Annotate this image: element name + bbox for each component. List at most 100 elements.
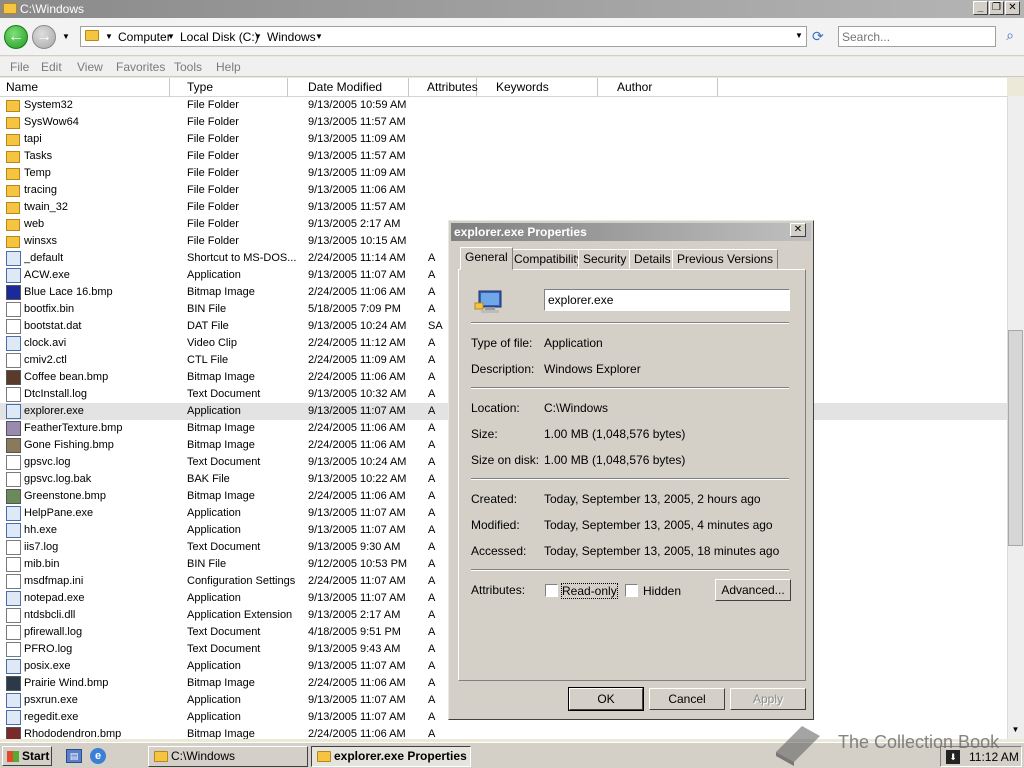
task-label: explorer.exe Properties: [334, 749, 467, 763]
application-icon: [6, 523, 21, 538]
column-author[interactable]: Author: [611, 78, 718, 97]
file-name: gpsvc.log: [24, 456, 71, 468]
history-dropdown-icon[interactable]: ▼: [62, 32, 70, 41]
scrollbar-thumb[interactable]: [1008, 330, 1023, 546]
file-name: explorer.exe: [24, 405, 84, 417]
chevron-down-icon[interactable]: ▼: [105, 32, 113, 41]
column-type[interactable]: Type: [181, 78, 288, 97]
file-type: Bitmap Image: [187, 439, 255, 451]
ok-button[interactable]: OK: [568, 687, 644, 711]
accessed-value: Today, September 13, 2005, 18 minutes ag…: [544, 544, 780, 558]
column-keywords[interactable]: Keywords: [490, 78, 598, 97]
restore-button[interactable]: ❐: [989, 1, 1004, 15]
folder-icon: [6, 219, 20, 231]
size-label: Size:: [471, 427, 498, 441]
menu-favorites[interactable]: Favorites: [116, 60, 165, 74]
apply-button[interactable]: Apply: [730, 688, 806, 710]
column-date-modified[interactable]: Date Modified: [302, 78, 409, 97]
table-row[interactable]: twain_32 File Folder 9/13/2005 11:57 AM: [0, 199, 1007, 216]
file-type: File Folder: [187, 218, 239, 230]
file-attributes: A: [428, 728, 436, 739]
chevron-down-icon[interactable]: ▼: [315, 32, 323, 41]
menu-tools[interactable]: Tools: [174, 60, 202, 74]
file-name: psxrun.exe: [24, 694, 78, 706]
breadcrumb-local-disk[interactable]: Local Disk (C:): [180, 30, 259, 44]
table-row[interactable]: Temp File Folder 9/13/2005 11:09 AM: [0, 165, 1007, 182]
hidden-checkbox[interactable]: [625, 584, 638, 597]
table-row[interactable]: tracing File Folder 9/13/2005 11:06 AM: [0, 182, 1007, 199]
application-icon: [6, 404, 21, 419]
file-type: DAT File: [187, 320, 229, 332]
file-name: Gone Fishing.bmp: [24, 439, 114, 451]
task-properties-dialog[interactable]: explorer.exe Properties: [311, 746, 471, 767]
breadcrumb-computer[interactable]: Computer: [118, 30, 171, 44]
file-type: Text Document: [187, 388, 261, 400]
tab-previous-versions[interactable]: Previous Versions: [672, 249, 779, 269]
chevron-down-icon[interactable]: ▼: [167, 32, 175, 41]
start-button[interactable]: Start: [2, 746, 52, 766]
hidden-label[interactable]: Hidden: [643, 584, 681, 598]
address-bar[interactable]: ▼ Computer ▼ Local Disk (C:) ▼ Windows ▼: [80, 26, 807, 47]
file-date-modified: 9/13/2005 10:22 AM: [308, 473, 407, 485]
file-date-modified: 9/13/2005 2:17 AM: [308, 609, 401, 621]
column-name[interactable]: Name: [0, 78, 170, 97]
file-type: Application: [187, 405, 241, 417]
tab-compatibility[interactable]: Compatibility: [509, 249, 588, 269]
dialog-close-button[interactable]: ✕: [790, 223, 806, 237]
forward-button[interactable]: →: [32, 25, 56, 49]
address-dropdown-icon[interactable]: ▼: [795, 31, 803, 40]
file-date-modified: 2/24/2005 11:09 AM: [308, 354, 406, 366]
close-button[interactable]: ✕: [1005, 1, 1020, 15]
document-icon: [6, 302, 21, 317]
quicklaunch-desktop-icon[interactable]: ▤: [66, 749, 82, 763]
read-only-checkbox[interactable]: [545, 584, 558, 597]
file-name: bootfix.bin: [24, 303, 75, 315]
file-type: Application: [187, 524, 241, 536]
breadcrumb-windows[interactable]: Windows: [267, 30, 316, 44]
filename-field[interactable]: [544, 289, 790, 311]
general-tab-panel: [458, 269, 806, 681]
task-explorer-window[interactable]: C:\Windows: [148, 746, 308, 767]
read-only-label[interactable]: Read-only: [561, 583, 618, 599]
quicklaunch-ie-icon[interactable]: e: [90, 748, 106, 764]
file-name: Blue Lace 16.bmp: [24, 286, 113, 298]
window-titlebar[interactable]: C:\Windows _ ❐ ✕: [0, 0, 1024, 18]
table-row[interactable]: tapi File Folder 9/13/2005 11:09 AM: [0, 131, 1007, 148]
file-date-modified: 9/12/2005 10:53 PM: [308, 558, 408, 570]
table-row[interactable]: Tasks File Folder 9/13/2005 11:57 AM: [0, 148, 1007, 165]
back-button[interactable]: ←: [4, 25, 28, 49]
file-type: Application: [187, 694, 241, 706]
book-icon: [776, 726, 820, 766]
minimize-button[interactable]: _: [973, 1, 988, 15]
refresh-icon[interactable]: ⟳: [812, 28, 824, 45]
file-name: mib.bin: [24, 558, 60, 570]
bitmap-icon: [6, 489, 21, 504]
file-date-modified: 9/13/2005 10:24 AM: [308, 456, 407, 468]
tab-details[interactable]: Details: [629, 249, 676, 269]
search-icon[interactable]: ⌕: [1001, 27, 1019, 45]
dialog-title[interactable]: explorer.exe Properties: [451, 223, 811, 241]
file-date-modified: 9/13/2005 11:07 AM: [308, 524, 406, 536]
folder-icon: [6, 151, 20, 163]
menu-file[interactable]: File: [10, 60, 29, 74]
tab-security[interactable]: Security: [578, 249, 632, 269]
cancel-button[interactable]: Cancel: [649, 688, 725, 710]
menu-help[interactable]: Help: [216, 60, 241, 74]
table-row[interactable]: SysWow64 File Folder 9/13/2005 11:57 AM: [0, 114, 1007, 131]
document-icon: [6, 608, 21, 623]
size-value: 1.00 MB (1,048,576 bytes): [544, 427, 686, 441]
advanced-button[interactable]: Advanced...: [715, 579, 791, 601]
table-row[interactable]: System32 File Folder 9/13/2005 10:59 AM: [0, 97, 1007, 114]
tab-general[interactable]: General: [460, 247, 513, 270]
column-attributes[interactable]: Attributes: [421, 78, 478, 97]
bitmap-icon: [6, 438, 21, 453]
start-label: Start: [22, 749, 50, 763]
file-name: Rhododendron.bmp: [24, 728, 122, 739]
search-input[interactable]: [838, 26, 996, 47]
document-icon: [6, 455, 21, 470]
file-date-modified: 2/24/2005 11:14 AM: [308, 252, 406, 264]
menu-edit[interactable]: Edit: [41, 60, 62, 74]
file-type: Text Document: [187, 626, 261, 638]
menu-view[interactable]: View: [77, 60, 103, 74]
chevron-down-icon[interactable]: ▼: [254, 32, 262, 41]
